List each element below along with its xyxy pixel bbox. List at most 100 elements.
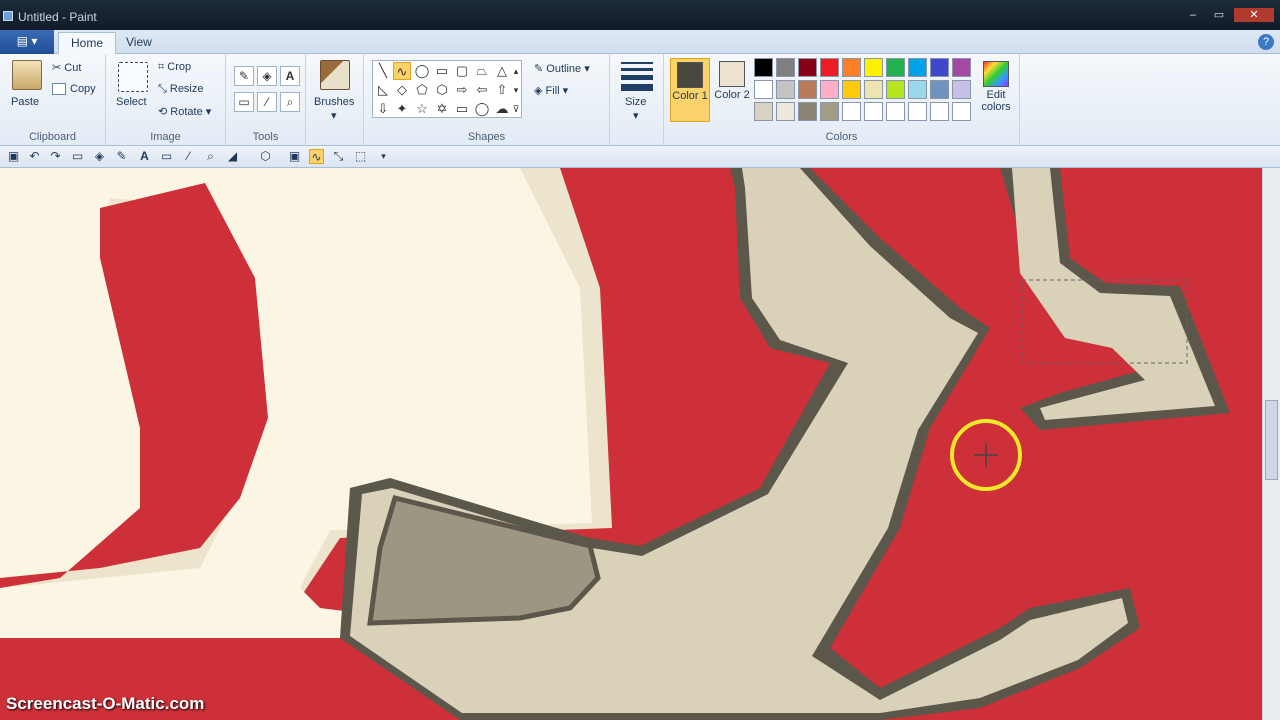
shapes-scroll-up-icon[interactable]: ▴ <box>511 62 521 80</box>
callout-oval-icon[interactable]: ◯ <box>473 100 491 118</box>
palette-swatch[interactable] <box>886 80 905 99</box>
four-point-star-icon[interactable]: ✦ <box>393 100 411 118</box>
rectangle-shape-icon[interactable]: ▭ <box>433 62 451 80</box>
shapes-expand-icon[interactable]: ⊽ <box>511 100 521 118</box>
outline-tool-icon[interactable]: ▣ <box>287 149 302 164</box>
save-icon[interactable]: ▣ <box>6 149 21 164</box>
magnifier-tool-icon[interactable]: ⌕ <box>203 149 218 164</box>
select-tool-icon[interactable]: ▭ <box>70 149 85 164</box>
palette-swatch[interactable] <box>754 58 773 77</box>
help-icon[interactable]: ? <box>1258 34 1274 50</box>
picker-tool-icon[interactable]: ⁄ <box>181 149 196 164</box>
right-triangle-shape-icon[interactable]: ◺ <box>374 81 392 99</box>
select-button[interactable]: Select <box>114 58 154 118</box>
size-group[interactable]: Size ▾ <box>610 54 664 146</box>
palette-swatch[interactable] <box>952 58 971 77</box>
palette-swatch[interactable] <box>908 102 927 121</box>
edit-colors-button[interactable]: Edit colors <box>976 58 1016 122</box>
six-point-star-icon[interactable]: ✡ <box>433 100 451 118</box>
resize-button[interactable]: ⤡ Resize <box>158 83 204 96</box>
fill-tool-icon[interactable]: ◈ <box>92 149 107 164</box>
palette-swatch[interactable] <box>886 102 905 121</box>
oval-shape-icon[interactable]: ◯ <box>413 62 431 80</box>
curve-shape-icon[interactable]: ∿ <box>393 62 411 80</box>
palette-swatch[interactable] <box>798 102 817 121</box>
line-shape-icon[interactable]: ╲ <box>374 62 392 80</box>
brush-tool-icon[interactable]: ◢ <box>225 149 240 164</box>
pencil-tool-icon[interactable]: ✎ <box>114 149 129 164</box>
select-all-icon[interactable]: ⬚ <box>353 149 368 164</box>
cut-button[interactable]: ✂ Cut <box>52 61 81 74</box>
shapes-scroll-down-icon[interactable]: ▾ <box>511 81 521 99</box>
palette-swatch[interactable] <box>776 102 795 121</box>
hexagon-shape-icon[interactable]: ⬡ <box>433 81 451 99</box>
up-arrow-shape-icon[interactable]: ⇧ <box>493 81 511 99</box>
tab-home[interactable]: Home <box>58 32 117 54</box>
text-tool-icon[interactable]: A <box>280 66 300 86</box>
fill-bucket-icon[interactable]: ◈ <box>257 66 277 86</box>
pencil-icon[interactable]: ✎ <box>234 66 254 86</box>
palette-swatch[interactable] <box>886 58 905 77</box>
palette-swatch[interactable] <box>820 80 839 99</box>
fill-button[interactable]: ◈ Fill ▾ <box>534 84 568 97</box>
pentagon-shape-icon[interactable]: ⬠ <box>413 81 431 99</box>
paste-button[interactable]: Paste <box>8 58 46 118</box>
callout-rect-icon[interactable]: ▭ <box>453 100 471 118</box>
palette-swatch[interactable] <box>842 80 861 99</box>
vertical-scrollbar[interactable] <box>1262 168 1280 720</box>
palette-swatch[interactable] <box>754 80 773 99</box>
undo-icon[interactable]: ↶ <box>27 149 42 164</box>
palette-swatch[interactable] <box>842 58 861 77</box>
palette-swatch[interactable] <box>842 102 861 121</box>
shape-tool-icon[interactable]: ⬡ <box>258 149 273 164</box>
palette-swatch[interactable] <box>776 80 795 99</box>
rounded-rect-shape-icon[interactable]: ▢ <box>453 62 471 80</box>
palette-swatch[interactable] <box>776 58 795 77</box>
resize-tool-icon[interactable]: ⤡ <box>331 149 346 164</box>
curve-tool-icon[interactable]: ∿ <box>309 149 324 164</box>
five-point-star-icon[interactable]: ☆ <box>413 100 431 118</box>
outline-button[interactable]: ✎ Outline ▾ <box>534 62 590 75</box>
palette-swatch[interactable] <box>952 80 971 99</box>
text-tool-qat-icon[interactable]: A <box>137 149 152 164</box>
customize-qat-icon[interactable]: ▾ <box>376 149 391 164</box>
copy-button[interactable]: Copy <box>52 83 96 96</box>
palette-swatch[interactable] <box>798 80 817 99</box>
paint-menu-button[interactable]: ▤ ▾ <box>0 30 54 54</box>
tab-view[interactable]: View <box>114 32 164 54</box>
brushes-group[interactable]: Brushes ▾ <box>306 54 364 146</box>
eraser-tool-icon[interactable]: ▭ <box>159 149 174 164</box>
color2-button[interactable]: Color 2 <box>712 58 752 122</box>
scrollbar-thumb[interactable] <box>1265 400 1278 480</box>
crop-button[interactable]: ⌗ Crop <box>158 61 191 74</box>
palette-swatch[interactable] <box>820 102 839 121</box>
magnifier-icon[interactable]: ⌕ <box>280 92 300 112</box>
left-arrow-shape-icon[interactable]: ⇦ <box>473 81 491 99</box>
color1-button[interactable]: Color 1 <box>670 58 710 122</box>
palette-swatch[interactable] <box>820 58 839 77</box>
palette-swatch[interactable] <box>930 58 949 77</box>
minimize-button[interactable]: – <box>1180 8 1206 22</box>
palette-swatch[interactable] <box>930 102 949 121</box>
palette-swatch[interactable] <box>908 58 927 77</box>
redo-icon[interactable]: ↷ <box>48 149 63 164</box>
close-button[interactable]: ✕ <box>1234 8 1274 22</box>
palette-swatch[interactable] <box>952 102 971 121</box>
palette-swatch[interactable] <box>908 80 927 99</box>
palette-swatch[interactable] <box>930 80 949 99</box>
diamond-shape-icon[interactable]: ◇ <box>393 81 411 99</box>
eraser-icon[interactable]: ▭ <box>234 92 254 112</box>
palette-swatch[interactable] <box>864 58 883 77</box>
right-arrow-shape-icon[interactable]: ⇨ <box>453 81 471 99</box>
triangle-shape-icon[interactable]: △ <box>493 62 511 80</box>
color-picker-icon[interactable]: ⁄ <box>257 92 277 112</box>
callout-cloud-icon[interactable]: ☁ <box>493 100 511 118</box>
palette-swatch[interactable] <box>864 80 883 99</box>
palette-swatch[interactable] <box>754 102 773 121</box>
palette-swatch[interactable] <box>798 58 817 77</box>
polygon-shape-icon[interactable]: ⏢ <box>473 62 491 80</box>
drawing-canvas[interactable] <box>0 168 1262 720</box>
down-arrow-shape-icon[interactable]: ⇩ <box>374 100 392 118</box>
maximize-button[interactable]: ▭ <box>1206 8 1232 22</box>
palette-swatch[interactable] <box>864 102 883 121</box>
